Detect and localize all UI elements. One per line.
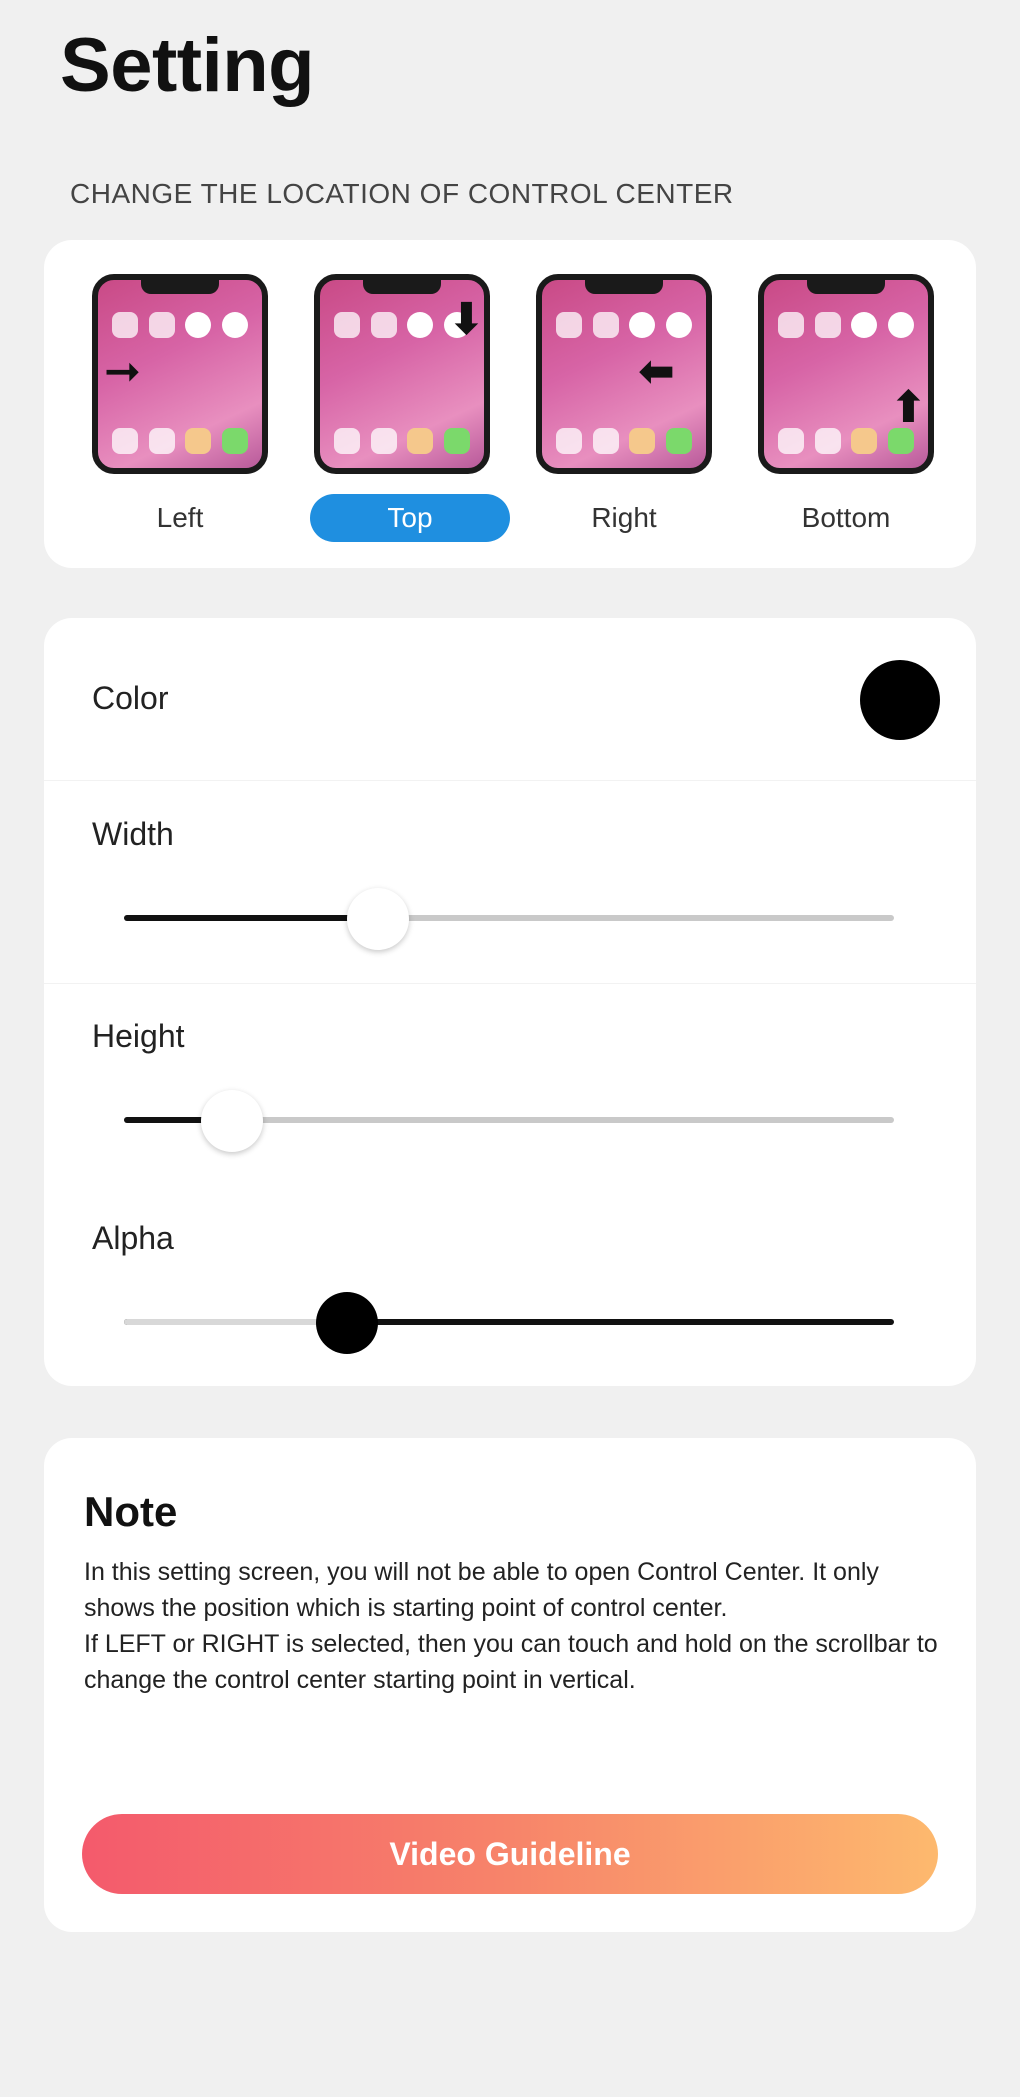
height-slider[interactable] xyxy=(124,1090,894,1152)
width-label: Width xyxy=(92,816,174,852)
down-arrow-icon: ⬇ xyxy=(448,295,485,344)
divider xyxy=(44,780,976,781)
dock-icon-row xyxy=(556,428,692,454)
location-option-label: Left xyxy=(156,502,204,533)
color-label: Color xyxy=(92,680,169,716)
up-arrow-icon: ⬆ xyxy=(890,383,927,432)
alpha-label: Alpha xyxy=(92,1220,174,1256)
app-icon xyxy=(665,312,692,338)
slider-thumb[interactable] xyxy=(200,1090,263,1152)
app-icon xyxy=(334,312,360,338)
app-icon xyxy=(112,312,138,338)
app-icon xyxy=(370,312,397,338)
app-icon xyxy=(148,428,175,454)
app-icon xyxy=(556,428,582,454)
app-icon xyxy=(851,312,878,338)
app-icon xyxy=(778,312,804,338)
alpha-slider[interactable] xyxy=(124,1292,894,1354)
app-icon xyxy=(185,428,212,454)
app-icon xyxy=(112,428,138,454)
location-option-left[interactable]: ➞ Left xyxy=(80,274,280,574)
phone-notch xyxy=(363,280,441,294)
app-icon xyxy=(629,428,656,454)
app-icon xyxy=(887,312,914,338)
app-icon xyxy=(221,312,248,338)
app-icon xyxy=(814,312,841,338)
left-arrow-icon: ⬅ xyxy=(638,347,675,396)
app-icon xyxy=(665,428,692,454)
note-title: Note xyxy=(84,1488,178,1535)
location-option-bottom[interactable]: ⬆ Bottom xyxy=(746,274,946,574)
app-icon xyxy=(407,312,434,338)
app-icon xyxy=(185,312,212,338)
phone-preview: ➞ xyxy=(92,274,268,474)
dock-icon-row xyxy=(112,428,248,454)
app-icon xyxy=(407,428,434,454)
height-label: Height xyxy=(92,1018,185,1054)
location-option-right[interactable]: ⬅ Right xyxy=(524,274,724,574)
phone-preview: ⬆ xyxy=(758,274,934,474)
dock-icon-row xyxy=(778,428,914,454)
slider-fill xyxy=(124,1319,348,1325)
app-icon xyxy=(778,428,804,454)
location-options: ➞ Left ⬇ Top ⬅ Right ⬆ Bottom xyxy=(80,274,940,554)
right-arrow-icon: ➞ xyxy=(104,347,141,396)
app-icon xyxy=(592,428,619,454)
phone-preview: ⬅ xyxy=(536,274,712,474)
location-option-top[interactable]: ⬇ Top xyxy=(302,274,510,574)
location-section-heading: CHANGE THE LOCATION OF CONTROL CENTER xyxy=(70,178,734,209)
app-icon-row xyxy=(112,312,248,338)
app-icon xyxy=(443,428,470,454)
app-icon xyxy=(556,312,582,338)
slider-thumb[interactable] xyxy=(316,1292,379,1354)
dock-icon-row xyxy=(334,428,470,454)
phone-preview: ⬇ xyxy=(314,274,490,474)
app-icon xyxy=(221,428,248,454)
phone-notch xyxy=(141,280,219,294)
app-icon xyxy=(887,428,914,454)
app-icon xyxy=(148,312,175,338)
app-icon xyxy=(814,428,841,454)
note-card: Note In this setting screen, you will no… xyxy=(44,1438,976,1932)
divider xyxy=(44,983,976,984)
slider-fill xyxy=(124,915,379,921)
app-icon xyxy=(629,312,656,338)
note-text: In this setting screen, you will not be … xyxy=(84,1558,938,1694)
color-swatch[interactable] xyxy=(860,660,940,740)
phone-notch xyxy=(585,280,663,294)
app-icon-row xyxy=(556,312,692,338)
location-option-label: Bottom xyxy=(801,502,891,533)
app-icon-row xyxy=(778,312,914,338)
location-option-label-selected: Top xyxy=(310,494,510,542)
phone-notch xyxy=(807,280,885,294)
app-icon xyxy=(370,428,397,454)
width-slider[interactable] xyxy=(124,888,894,950)
location-option-label: Right xyxy=(591,502,657,533)
app-icon xyxy=(334,428,360,454)
slider-thumb[interactable] xyxy=(347,888,410,950)
location-card: ➞ Left ⬇ Top ⬅ Right ⬆ Bottom xyxy=(44,240,976,568)
app-icon xyxy=(851,428,878,454)
video-guideline-button[interactable]: Video Guideline xyxy=(82,1814,938,1894)
app-icon xyxy=(592,312,619,338)
page-title: Setting xyxy=(60,23,315,108)
controls-card: Color Width Height Alpha xyxy=(44,618,976,1386)
